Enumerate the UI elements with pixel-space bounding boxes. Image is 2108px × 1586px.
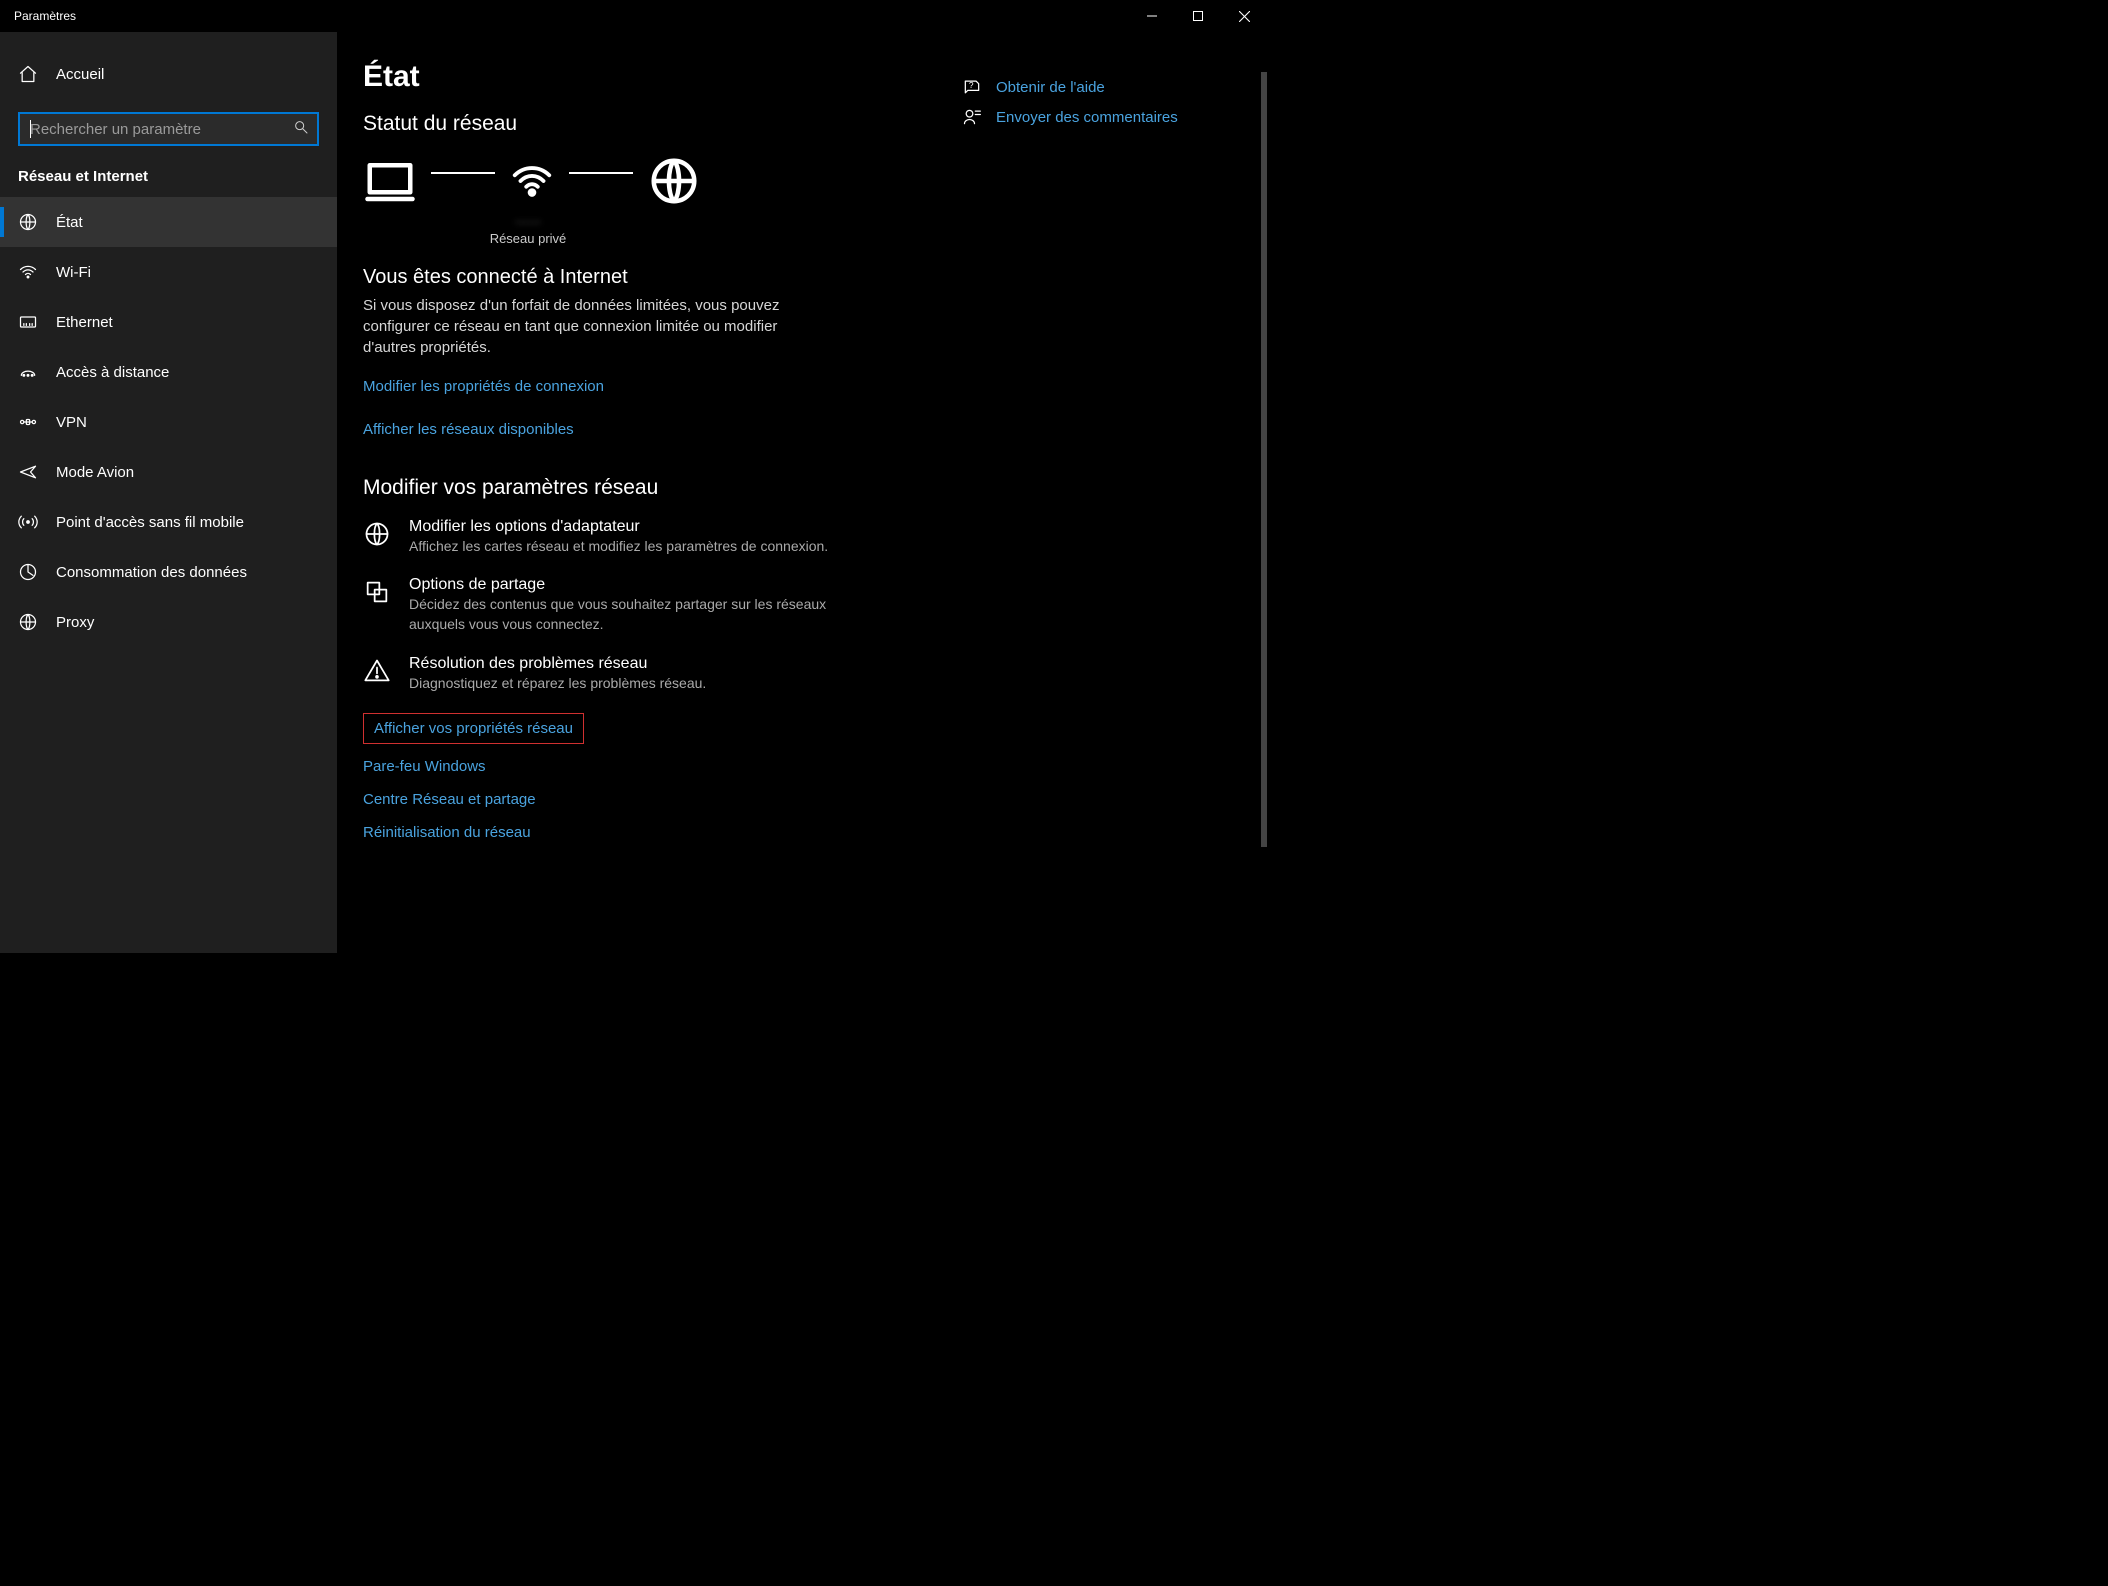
network-diagram (363, 154, 963, 208)
sidebar-item-label: Ethernet (56, 314, 113, 331)
sidebar-item-status[interactable]: État (0, 197, 337, 247)
connection-line (569, 172, 633, 174)
link-show-available-networks[interactable]: Afficher les réseaux disponibles (363, 421, 574, 438)
close-button[interactable] (1221, 0, 1267, 32)
connection-line (431, 172, 495, 174)
option-desc: Décidez des contenus que vous souhaitez … (409, 594, 829, 635)
sidebar-item-label: VPN (56, 414, 87, 431)
sidebar-item-label: Mode Avion (56, 464, 134, 481)
option-title: Résolution des problèmes réseau (409, 655, 706, 673)
wifi-router-icon (509, 158, 555, 204)
dialup-icon (18, 362, 38, 382)
text-caret (30, 120, 31, 138)
globe-icon (18, 212, 38, 232)
sidebar-item-proxy[interactable]: Proxy (0, 597, 337, 647)
window-title: Paramètres (14, 9, 76, 23)
scrollbar[interactable] (1261, 72, 1267, 953)
device-icon (363, 154, 417, 208)
airplane-icon (18, 462, 38, 482)
network-profile: Réseau privé (473, 231, 583, 248)
sidebar: Accueil Réseau et Internet (0, 32, 337, 953)
search-box[interactable] (18, 112, 319, 146)
option-title: Modifier les options d'adaptateur (409, 518, 828, 536)
link-network-reset[interactable]: Réinitialisation du réseau (363, 824, 531, 841)
link-windows-firewall[interactable]: Pare-feu Windows (363, 758, 486, 775)
sidebar-item-dialup[interactable]: Accès à distance (0, 347, 337, 397)
vpn-icon (18, 412, 38, 432)
modify-heading: Modifier vos paramètres réseau (363, 476, 963, 500)
option-title: Options de partage (409, 576, 829, 594)
highlighted-link-box: Afficher vos propriétés réseau (363, 713, 584, 744)
hotspot-icon (18, 512, 38, 532)
warning-triangle-icon (363, 657, 391, 685)
feedback-link[interactable]: Envoyer des commentaires (962, 107, 1178, 127)
sidebar-item-datause[interactable]: Consommation des données (0, 547, 337, 597)
datause-icon (18, 562, 38, 582)
adapter-icon (363, 520, 391, 548)
help-column: ? Obtenir de l'aide Envoyer des commenta… (962, 77, 1178, 127)
option-desc: Diagnostiquez et réparez les problèmes r… (409, 673, 706, 693)
connected-desc: Si vous disposez d'un forfait de données… (363, 295, 793, 358)
minimize-button[interactable] (1129, 0, 1175, 32)
feedback-icon (962, 107, 982, 127)
sidebar-item-airplane[interactable]: Mode Avion (0, 447, 337, 497)
sidebar-item-ethernet[interactable]: Ethernet (0, 297, 337, 347)
sidebar-item-label: Point d'accès sans fil mobile (56, 514, 244, 531)
search-input[interactable] (20, 114, 317, 144)
maximize-button[interactable] (1175, 0, 1221, 32)
link-network-sharing-center[interactable]: Centre Réseau et partage (363, 791, 536, 808)
help-icon: ? (962, 77, 982, 97)
sidebar-item-label: Wi-Fi (56, 264, 91, 281)
internet-globe-icon (647, 154, 701, 208)
window-controls (1129, 0, 1267, 32)
sidebar-item-hotspot[interactable]: Point d'accès sans fil mobile (0, 497, 337, 547)
main-content: État Statut du réseau (337, 32, 1267, 953)
link-view-network-props[interactable]: Afficher vos propriétés réseau (374, 720, 573, 737)
sidebar-item-label: Accès à distance (56, 364, 169, 381)
home-button[interactable]: Accueil (0, 54, 337, 94)
connected-title: Vous êtes connecté à Internet (363, 266, 963, 289)
sidebar-item-label: Consommation des données (56, 564, 247, 581)
scrollbar-thumb[interactable] (1261, 72, 1267, 847)
link-modify-connection-props[interactable]: Modifier les propriétés de connexion (363, 378, 604, 395)
settings-window: Paramètres Accueil (0, 0, 1267, 953)
sidebar-item-vpn[interactable]: VPN (0, 397, 337, 447)
option-desc: Affichez les cartes réseau et modifiez l… (409, 536, 828, 556)
option-adapter[interactable]: Modifier les options d'adaptateur Affich… (363, 518, 963, 556)
home-icon (18, 64, 38, 84)
feedback-label: Envoyer des commentaires (996, 109, 1178, 126)
get-help-label: Obtenir de l'aide (996, 79, 1105, 96)
sidebar-item-label: Proxy (56, 614, 94, 631)
search-icon (293, 119, 309, 139)
page-title: État (363, 60, 963, 94)
nav-list: État Wi-Fi Ethernet (0, 197, 337, 647)
option-sharing[interactable]: Options de partage Décidez des contenus … (363, 576, 963, 635)
ethernet-icon (18, 312, 38, 332)
proxy-icon (18, 612, 38, 632)
status-heading: Statut du réseau (363, 112, 963, 136)
sidebar-item-wifi[interactable]: Wi-Fi (0, 247, 337, 297)
get-help-link[interactable]: ? Obtenir de l'aide (962, 77, 1178, 97)
category-title: Réseau et Internet (0, 168, 337, 197)
sidebar-item-label: État (56, 214, 83, 231)
option-troubleshoot[interactable]: Résolution des problèmes réseau Diagnost… (363, 655, 963, 693)
home-label: Accueil (56, 66, 104, 83)
search-container (0, 112, 337, 168)
network-labels: ······ Réseau privé (473, 214, 583, 248)
wifi-icon (18, 262, 38, 282)
network-ssid: ······ (473, 214, 583, 231)
titlebar: Paramètres (0, 0, 1267, 32)
svg-text:?: ? (969, 80, 974, 90)
sharing-icon (363, 578, 391, 606)
